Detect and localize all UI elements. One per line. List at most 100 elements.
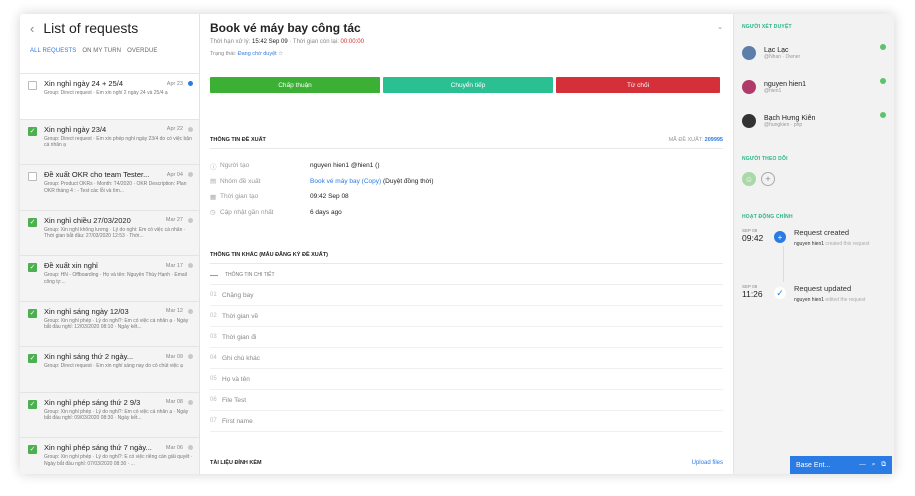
status-line: Trạng thái: Đang chờ duyệt ☆ <box>210 51 284 57</box>
info-row: ▤ Nhóm đề xuất Book vé máy bay (Copy) (Duy… <box>210 174 723 190</box>
approver-item[interactable]: Bạch Hưng Kiên @hungkien · php <box>742 104 886 138</box>
list-item[interactable]: ✓ Xin nghỉ ngày 23/4 Apr 22 Group: Direct r… <box>20 120 199 165</box>
chevron-down-icon[interactable]: ⌄ <box>717 23 723 31</box>
item-date: Apr 04 <box>166 171 183 178</box>
app-window: ‹ List of requests ALL REQUESTS ON MY TU… <box>20 14 894 474</box>
checked-checkbox[interactable]: ✓ <box>28 308 37 318</box>
follower-avatar[interactable]: ☺ <box>742 172 756 186</box>
activity-time: 11:26 <box>742 289 763 299</box>
remaining-time: 00:00:00 <box>340 39 364 45</box>
approver-name: Lạc Lạc <box>764 46 789 54</box>
list-tabs: ALL REQUESTS ON MY TURN OVERDUE <box>30 48 189 54</box>
request-body: THÔNG TIN ĐỀ XUẤT MÃ ĐỀ XUẤT: 209995 ⓘ Ng… <box>200 132 733 432</box>
detail-field: 04 Ghi chú khác <box>210 348 723 369</box>
request-code: MÃ ĐỀ XUẤT: 209995 <box>668 137 723 143</box>
read-dot-icon <box>188 126 193 132</box>
add-follower-button[interactable]: + <box>761 172 775 186</box>
item-description: Group: Xin nghỉ phép · Lý do nghỉ?: E có… <box>44 454 193 467</box>
read-dot-icon <box>188 172 193 177</box>
detail-fields: 01 Chặng bay 02 Thời gian về 03 Thời gian đi 0… <box>210 285 723 432</box>
tab-overdue[interactable]: OVERDUE <box>127 48 157 54</box>
upload-files-link[interactable]: Upload files <box>692 460 723 466</box>
check-icon: ✓ <box>774 287 786 299</box>
item-date: Mar 09 <box>165 353 183 360</box>
checked-checkbox[interactable]: ✓ <box>28 126 37 136</box>
activity-title: Request created <box>794 228 850 237</box>
approvers-list: Lạc Lạc @Nhan · Owner nguyen hien1 @hien1 Bạ… <box>742 36 886 138</box>
approver-item[interactable]: Lạc Lạc @Nhan · Owner <box>742 36 886 70</box>
info-label: Nhóm đề xuất <box>220 177 261 185</box>
reject-button[interactable]: Từ chối <box>556 77 720 93</box>
list-item[interactable]: ✓ Xin nghỉ sáng thứ 2 ngày... Mar 09 Group:… <box>20 347 199 393</box>
info-section-header: THÔNG TIN ĐỀ XUẤT MÃ ĐỀ XUẤT: 209995 <box>210 132 723 149</box>
item-date: Mar 27 <box>165 217 183 223</box>
approver-handle: @hien1 <box>764 87 782 94</box>
chat-widget[interactable]: Base Ent... — ⌕ ⧉ <box>790 456 892 474</box>
item-title: Đề xuất xin nghỉ <box>44 261 98 270</box>
search-icon[interactable]: ⌕ <box>872 461 876 469</box>
list-item[interactable]: Đề xuất OKR cho team Tester... Apr 04 Grou… <box>20 165 199 211</box>
tab-on-my-turn[interactable]: ON MY TURN <box>82 48 121 54</box>
list-item[interactable]: ✓ Đề xuất xin nghỉ Mar 17 Group: HN - Offbo… <box>20 256 199 302</box>
forward-button[interactable]: Chuyển tiếp <box>383 77 553 93</box>
checkbox[interactable] <box>28 172 37 181</box>
approver-handle: @hungkien · php <box>764 121 803 128</box>
approve-button[interactable]: Chấp thuận <box>210 77 380 93</box>
clock-icon: ◷ <box>210 209 216 217</box>
item-date: Mar 06 <box>165 444 183 451</box>
activity-item: SEP 08 09:42 + Request created nguyen hien1 … <box>742 228 886 282</box>
approver-item[interactable]: nguyen hien1 @hien1 <box>742 70 886 104</box>
info-icon: ⓘ <box>210 163 217 171</box>
back-arrow-icon[interactable]: ‹ <box>30 21 34 36</box>
item-title: Xin nghỉ chiều 27/03/2020 <box>44 215 131 225</box>
star-icon[interactable]: ☆ <box>278 51 283 57</box>
list-item[interactable]: ✓ Xin nghỉ phép sáng thứ 2 9/3 Mar 08 Group… <box>20 393 199 438</box>
item-date: Apr 22 <box>166 126 183 132</box>
checked-checkbox[interactable]: ✓ <box>28 217 37 227</box>
info-row: ▦ Thời gian tạo 09:42 Sep 08 <box>210 189 723 205</box>
list-title: List of requests <box>43 20 139 36</box>
list-item[interactable]: Xin nghỉ ngày 24 + 25/4 Apr 23 Group: Dire… <box>20 74 199 120</box>
detail-field: 06 File Test <box>210 390 723 411</box>
approver-name: Bạch Hưng Kiên <box>764 114 816 122</box>
info-rows: ⓘ Người tạo nguyen hien1 @hien1 () ▤ Nhóm đề… <box>210 149 723 220</box>
item-title: Xin nghỉ ngày 23/4 <box>44 124 107 134</box>
read-dot-icon <box>188 354 193 359</box>
item-description: Group: Direct request · Em xin phép nghỉ… <box>44 135 192 149</box>
checked-checkbox[interactable]: ✓ <box>28 445 37 454</box>
activity-header: HOẠT ĐỘNG CHÍNH <box>742 214 793 220</box>
checked-checkbox[interactable]: ✓ <box>28 263 37 272</box>
activity-user: nguyen hien1 <box>794 241 825 247</box>
action-buttons: Chấp thuận Chuyển tiếp Từ chối <box>210 77 723 93</box>
info-row: ◷ Cập nhật gần nhất 6 days ago <box>210 205 723 221</box>
request-list-header: ‹ List of requests ALL REQUESTS ON MY TU… <box>20 14 199 74</box>
detail-subheader: THÔNG TIN CHI TIẾT <box>210 264 723 285</box>
avatar <box>742 46 756 60</box>
approvers-header: NGƯỜI XÉT DUYỆT <box>742 24 792 30</box>
tab-all-requests[interactable]: ALL REQUESTS <box>30 48 76 54</box>
field-label: First name <box>222 417 253 425</box>
list-item[interactable]: ✓ Xin nghỉ sáng ngày 12/03 Mar 12 Group: Xi… <box>20 302 199 347</box>
field-number: 03 <box>210 334 217 340</box>
minimize-icon[interactable]: — <box>859 461 866 469</box>
request-title: Book vé máy bay công tác <box>210 21 361 35</box>
expand-icon[interactable]: ⧉ <box>881 461 886 469</box>
list-item[interactable]: ✓ Xin nghỉ phép sáng thứ 7 ngày... Mar 06 G… <box>20 438 199 474</box>
read-dot-icon <box>188 217 193 223</box>
list-item[interactable]: ✓ Xin nghỉ chiều 27/03/2020 Mar 27 Group: X… <box>20 211 199 256</box>
item-description: Group: Xin nghỉ không lương · Lý do nghỉ… <box>44 226 186 240</box>
field-label: Ghi chú khác <box>222 354 260 362</box>
info-value: nguyen hien1 @hien1 () <box>310 162 380 170</box>
info-value: 09:42 Sep 08 <box>310 193 349 201</box>
checked-checkbox[interactable]: ✓ <box>28 354 37 363</box>
checkbox[interactable] <box>28 81 37 90</box>
detail-field: 01 Chặng bay <box>210 285 723 306</box>
info-value[interactable]: Book vé máy bay (Copy) (Duyệt đồng thời) <box>310 178 434 185</box>
attachments-header: TÀI LIỆU ĐÍNH KÈM <box>210 460 262 466</box>
info-row: ⓘ Người tạo nguyen hien1 @hien1 () <box>210 158 723 174</box>
request-header: Book vé máy bay công tác ⌄ Thời hạn xử l… <box>200 14 733 132</box>
item-title: Đề xuất OKR cho team Tester... <box>44 170 150 179</box>
deadline-line: Thời hạn xử lý: 15:42 Sep 09 · Thời gian… <box>210 39 364 45</box>
activity-title: Request updated <box>794 284 852 293</box>
checked-checkbox[interactable]: ✓ <box>28 399 37 409</box>
